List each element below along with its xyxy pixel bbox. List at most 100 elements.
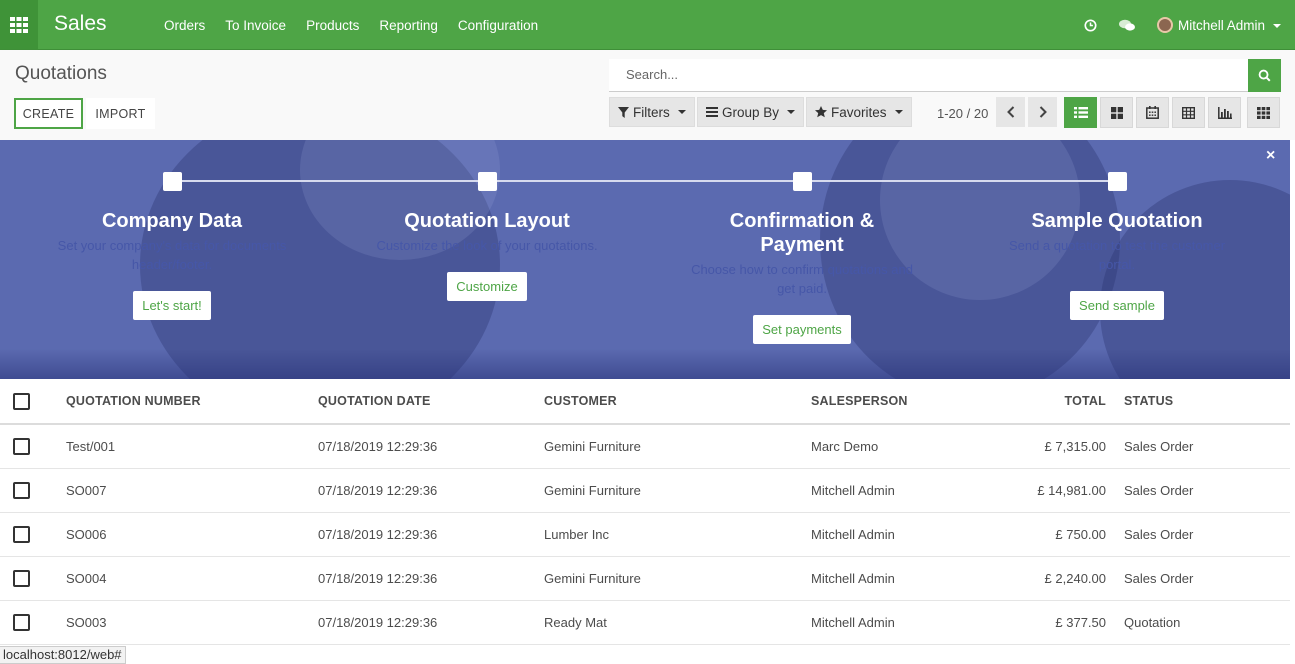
step-marker — [162, 172, 182, 191]
table-row[interactable]: SO003 07/18/2019 12:29:36 Ready Mat Mitchel… — [0, 601, 1290, 645]
control-panel: Quotations CREATE IMPORT Search... Filte… — [0, 50, 1295, 140]
cell-total: £ 14,981.00 — [1037, 483, 1106, 498]
cell-date: 07/18/2019 12:29:36 — [318, 439, 438, 454]
user-name: Mitchell Admin — [1177, 17, 1265, 33]
calendar-view-icon — [1146, 106, 1159, 119]
row-checkbox[interactable] — [13, 614, 30, 631]
pager-value[interactable]: 1-20 / 20 — [937, 106, 988, 121]
row-checkbox[interactable] — [13, 482, 30, 499]
column-status[interactable]: STATUS — [1124, 379, 1173, 423]
step-description: Send a quotation to test the customer po… — [1008, 238, 1226, 272]
pager-previous-button[interactable] — [996, 97, 1025, 127]
send-sample-button[interactable]: Send sample — [1070, 291, 1164, 320]
chevron-down-icon — [787, 110, 796, 114]
menu-to-invoice[interactable]: To Invoice — [215, 18, 296, 33]
cell-total: £ 2,240.00 — [1044, 571, 1106, 586]
cell-date: 07/18/2019 12:29:36 — [318, 483, 438, 498]
grid-icon — [1257, 106, 1270, 119]
row-checkbox[interactable] — [13, 570, 30, 587]
search-icon — [1258, 69, 1271, 82]
cell-status: Sales Order — [1124, 439, 1194, 454]
column-quotation-number[interactable]: QUOTATION NUMBER — [66, 379, 201, 423]
star-icon — [815, 106, 827, 118]
import-button[interactable]: IMPORT — [86, 98, 155, 129]
menu-configuration[interactable]: Configuration — [448, 18, 548, 33]
step-title: Sample Quotation — [1031, 210, 1203, 232]
group-by-button[interactable]: Group By — [697, 97, 805, 127]
step-marker — [477, 172, 497, 191]
column-total[interactable]: TOTAL — [1000, 379, 1106, 423]
top-navbar: Sales Orders To Invoice Products Reporti… — [0, 0, 1295, 50]
table-row[interactable]: SO007 07/18/2019 12:29:36 Gemini Furniture… — [0, 469, 1290, 513]
row-checkbox[interactable] — [13, 526, 30, 543]
graph-view-button[interactable] — [1208, 97, 1241, 128]
cell-status: Quotation — [1124, 615, 1181, 630]
step-sample-quotation: Sample Quotation Send a quotation to tes… — [967, 172, 1267, 320]
filters-button[interactable]: Filters — [609, 97, 695, 127]
systray: Mitchell Admin — [1084, 0, 1281, 50]
column-quotation-date[interactable]: QUOTATION DATE — [318, 379, 431, 423]
menu-products[interactable]: Products — [296, 18, 369, 33]
status-bar-url: localhost:8012/web# — [0, 646, 126, 664]
step-confirmation-payment: Confirmation & Payment Choose how to con… — [652, 172, 952, 344]
cell-date: 07/18/2019 12:29:36 — [318, 615, 438, 630]
kanban-view-icon — [1110, 106, 1123, 119]
main-menu: Orders To Invoice Products Reporting Con… — [154, 0, 548, 50]
calendar-view-button[interactable] — [1136, 97, 1169, 128]
cell-salesperson: Mitchell Admin — [811, 527, 895, 542]
cell-number: SO003 — [66, 615, 107, 630]
group-by-label: Group By — [722, 104, 780, 120]
kanban-view-button[interactable] — [1100, 97, 1133, 128]
table-row[interactable]: SO004 07/18/2019 12:29:36 Gemini Furniture… — [0, 557, 1290, 601]
column-salesperson[interactable]: SALESPERSON — [811, 379, 908, 423]
step-description: Customize the look of your quotations. — [376, 238, 598, 253]
quotations-table: QUOTATION NUMBER QUOTATION DATE CUSTOMER… — [0, 379, 1290, 645]
table-icon — [1182, 106, 1195, 119]
step-title: Quotation Layout — [404, 210, 570, 232]
page-title: Quotations — [15, 63, 107, 84]
table-row[interactable]: Test/001 07/18/2019 12:29:36 Gemini Furnit… — [0, 425, 1290, 469]
cell-number: SO007 — [66, 483, 107, 498]
create-button[interactable]: CREATE — [14, 98, 83, 129]
search-input[interactable]: Search... — [609, 59, 1248, 92]
cell-date: 07/18/2019 12:29:36 — [318, 571, 438, 586]
set-payments-button[interactable]: Set payments — [753, 315, 851, 344]
cell-number: SO004 — [66, 571, 107, 586]
close-icon[interactable]: × — [1266, 147, 1275, 165]
menu-orders[interactable]: Orders — [154, 18, 215, 33]
favorites-button[interactable]: Favorites — [806, 97, 912, 127]
cell-total: £ 7,315.00 — [1044, 439, 1106, 454]
row-checkbox[interactable] — [13, 438, 30, 455]
cell-salesperson: Marc Demo — [811, 439, 879, 454]
lets-start-button[interactable]: Let's start! — [133, 291, 211, 320]
column-customer[interactable]: CUSTOMER — [544, 379, 617, 423]
menu-reporting[interactable]: Reporting — [369, 18, 448, 33]
step-title: Confirmation & Payment — [729, 210, 875, 256]
activity-view-button[interactable] — [1247, 97, 1280, 128]
customize-button[interactable]: Customize — [447, 272, 527, 301]
list-view-icon — [1073, 107, 1088, 118]
select-all-checkbox[interactable] — [13, 392, 30, 410]
table-row[interactable]: SO006 07/18/2019 12:29:36 Lumber Inc Mitche… — [0, 513, 1290, 557]
apps-menu-icon[interactable] — [0, 0, 38, 49]
user-avatar[interactable] — [1156, 17, 1173, 33]
favorites-label: Favorites — [831, 104, 887, 120]
user-menu[interactable]: Mitchell Admin — [1178, 18, 1281, 33]
chevron-left-icon — [1006, 106, 1014, 118]
app-name[interactable]: Sales — [54, 12, 107, 36]
pager-next-button[interactable] — [1028, 97, 1057, 127]
chat-icon[interactable] — [1118, 19, 1135, 32]
table-body: Test/001 07/18/2019 12:29:36 Gemini Furnit… — [0, 425, 1290, 645]
chevron-right-icon — [1039, 106, 1047, 118]
cell-customer: Gemini Furniture — [544, 571, 641, 586]
bar-chart-icon — [1217, 106, 1232, 119]
cell-date: 07/18/2019 12:29:36 — [318, 527, 438, 542]
clock-icon[interactable] — [1084, 18, 1097, 32]
cell-customer: Lumber Inc — [544, 527, 610, 542]
list-view-button[interactable] — [1064, 97, 1097, 128]
cell-customer: Gemini Furniture — [544, 483, 641, 498]
step-title: Company Data — [101, 210, 243, 232]
cell-status: Sales Order — [1124, 527, 1194, 542]
pivot-view-button[interactable] — [1172, 97, 1205, 128]
search-button[interactable] — [1248, 59, 1281, 92]
